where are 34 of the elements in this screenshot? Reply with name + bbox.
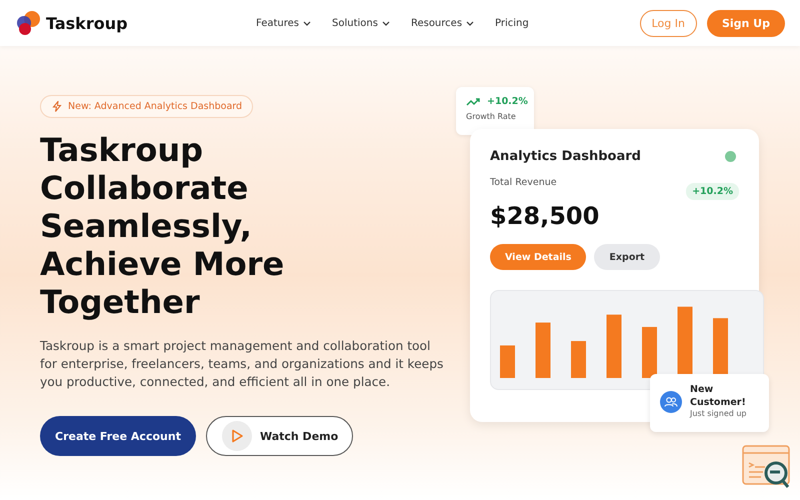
nav-link[interactable]: Features — [256, 18, 311, 28]
nav-link[interactable]: Resources — [410, 18, 474, 28]
growth-label: Growth Rate — [466, 112, 517, 121]
chart-bar — [642, 326, 657, 378]
logo-icon — [15, 10, 41, 36]
change-badge: +10.2% — [686, 183, 739, 200]
brand-name[interactable]: Taskroup — [46, 14, 128, 32]
export-button[interactable]: Export — [594, 244, 660, 270]
trend-up-icon — [466, 97, 481, 106]
hero-description: Taskroup is a smart project management and collaboration tool for enterprise, freelancers, teams, and organizations and it keeps you productive, connected, and efficient all in one place. — [40, 338, 444, 391]
metric-label: Total Revenue — [490, 177, 557, 188]
notification-title: New Customer! — [690, 383, 747, 409]
play-icon — [222, 421, 252, 451]
status-dot — [725, 151, 736, 162]
chart-bar — [571, 341, 586, 378]
growth-value: +10.2% — [487, 96, 528, 107]
chevron-down-icon — [466, 20, 474, 26]
notification-subtitle: Just signed up — [690, 409, 748, 418]
badge-text: New: Advanced Analytics Dashboard — [68, 101, 242, 112]
dashboard-title: Analytics Dashboard — [490, 149, 641, 164]
hero-title: Taskroup Collaborate Seamlessly, Achieve More Together — [40, 131, 286, 321]
chart-bar — [500, 345, 515, 378]
lightning-icon — [52, 101, 62, 112]
chevron-down-icon — [303, 20, 311, 26]
browser-search-icon[interactable] — [742, 445, 790, 491]
nav-link[interactable]: Solutions — [332, 18, 390, 28]
create-account-button[interactable]: Create Free Account — [40, 416, 196, 456]
chart-bar — [606, 314, 622, 378]
nav-link[interactable]: Pricing — [495, 18, 529, 28]
revenue-amount: $28,500 — [490, 202, 600, 230]
watch-demo-button[interactable]: Watch Demo — [206, 416, 354, 456]
users-icon — [660, 391, 682, 413]
chart-bar — [536, 322, 550, 378]
chevron-down-icon — [382, 20, 390, 26]
